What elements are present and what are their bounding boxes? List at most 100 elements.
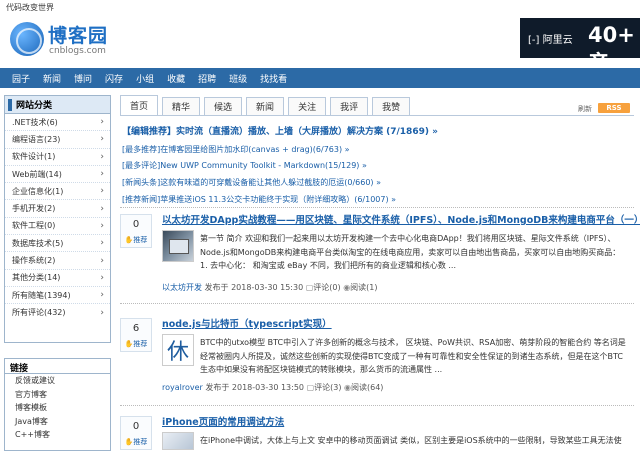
sidebar-item-all-posts[interactable]: 所有随笔(1394) ›: [5, 287, 110, 305]
chevron-right-icon: ›: [100, 151, 104, 162]
rec-news-headline[interactable]: [新闻头条]这款有味道的可穿戴设备能让其他人躲过截肢的厄运(0/660) »: [122, 177, 381, 188]
site-logo[interactable]: 博客园 cnblogs.com: [8, 18, 116, 62]
post-reads[interactable]: 阅读(64): [351, 383, 383, 392]
post-author[interactable]: royalrover: [162, 383, 203, 392]
post-item: 0 ✋推荐 iPhone页面的常用调试方法 在iPhone中调试，大体上与上文 …: [120, 414, 634, 451]
tab-candidates[interactable]: 候选: [204, 97, 243, 115]
link-templates[interactable]: 博客模板: [5, 401, 110, 415]
chevron-right-icon: ›: [100, 272, 104, 283]
sidebar-item-dotnet[interactable]: .NET技术(6) ›: [5, 114, 110, 132]
sidebar-item-label: 软件设计(1): [12, 152, 56, 162]
tab-home[interactable]: 首页: [120, 95, 159, 115]
post-comments[interactable]: 评论(3): [314, 383, 341, 392]
sidebar-item-os[interactable]: 操作系统(2) ›: [5, 252, 110, 270]
link-java-blog[interactable]: Java博客: [5, 415, 110, 429]
nav-item-search[interactable]: 找找看: [260, 72, 287, 85]
rec-most-liked[interactable]: [最多推荐]在博客园里给图片加水印(canvas + drag)(6/763) …: [122, 144, 350, 155]
tab-my-comments[interactable]: 我评: [330, 97, 369, 115]
logo-icon: [10, 22, 44, 56]
vote-box: 0 ✋推荐: [120, 416, 152, 450]
feed-tabs: 首页 精华 候选 新闻 关注 我评 我赞: [120, 95, 634, 116]
sidebar-title: 网站分类: [16, 101, 53, 111]
author-avatar[interactable]: 休: [162, 334, 194, 366]
post-reads[interactable]: 阅读(1): [350, 283, 377, 292]
rec-most-commented[interactable]: [最多评论]New UWP Community Toolkit - Markdo…: [122, 160, 367, 171]
nav-item-jobs[interactable]: 招聘: [198, 72, 216, 85]
recommend-button[interactable]: ✋推荐: [121, 235, 151, 245]
post-item: 6 ✋推荐 node.js与比特币（typescript实现） 休 BTC中的u…: [120, 316, 634, 406]
links-panel: 链接 反馈或建议 官方博客 博客模板 Java博客 C++博客: [4, 358, 111, 451]
post-author[interactable]: 以太坊开发: [162, 283, 202, 292]
post-item: 0 ✋推荐 以太坊开发DApp实战教程——用区块链、星际文件系统（IPFS）、N…: [120, 212, 640, 310]
chevron-right-icon: ›: [100, 186, 104, 197]
sidebar-item-engineering[interactable]: 软件工程(0) ›: [5, 218, 110, 236]
sidebar-item-label: 所有评论(432): [12, 308, 66, 318]
author-avatar[interactable]: [162, 230, 194, 262]
sidebar-item-design[interactable]: 软件设计(1) ›: [5, 149, 110, 166]
nav-item-news[interactable]: 新闻: [43, 72, 61, 85]
chevron-right-icon: ›: [100, 134, 104, 145]
logo-subtitle: cnblogs.com: [49, 46, 106, 56]
avatar-glyph: 休: [166, 340, 189, 365]
post-date: 发布于 2018-03-30 13:50: [205, 383, 305, 392]
link-cpp-blog[interactable]: C++博客: [5, 428, 110, 442]
chevron-right-icon: ›: [100, 307, 104, 318]
comment-icon: ▢: [306, 383, 315, 392]
sidebar-item-other[interactable]: 其他分类(14) ›: [5, 270, 110, 287]
author-avatar[interactable]: [162, 432, 194, 450]
category-sidebar: 网站分类 .NET技术(6) › 编程语言(23) › 软件设计(1) › Web前端…: [4, 95, 111, 343]
site-slogan: 代码改变世界: [6, 3, 54, 12]
recommend-label: 推荐: [133, 236, 148, 244]
links-title: 链接: [5, 359, 110, 374]
nav-item-questions[interactable]: 博问: [74, 72, 92, 85]
sidebar-item-label: 企业信息化(1): [12, 186, 64, 196]
post-date: 发布于 2018-03-30 15:30: [204, 283, 304, 292]
rss-button[interactable]: RSS: [598, 103, 630, 113]
ad-brand: [-] 阿里云: [528, 35, 573, 46]
nav-item-favorites[interactable]: 收藏: [167, 72, 185, 85]
sidebar-item-mobile[interactable]: 手机开发(2) ›: [5, 200, 110, 218]
post-comments[interactable]: 评论(0): [313, 283, 340, 292]
divider: [120, 405, 634, 406]
rec-recommended-news[interactable]: [推荐新闻]苹果推送iOS 11.3公交卡功能终于实现（附详细攻略）(6/100…: [122, 194, 396, 205]
logo-title: 博客园: [48, 25, 109, 47]
post-meta: 以太坊开发 发布于 2018-03-30 15:30 ▢评论(0) ◉阅读(1): [162, 282, 378, 293]
tab-featured[interactable]: 精华: [162, 97, 201, 115]
tab-my-likes[interactable]: 我赞: [372, 97, 411, 115]
link-official-blog[interactable]: 官方博客: [5, 388, 110, 402]
chevron-right-icon: ›: [100, 238, 104, 249]
sidebar-item-database[interactable]: 数据库技术(5) ›: [5, 235, 110, 253]
sidebar-item-label: .NET技术(6): [12, 117, 58, 127]
post-title[interactable]: 以太坊开发DApp实战教程——用区块链、星际文件系统（IPFS）、Node.js…: [162, 212, 640, 226]
post-meta: royalrover 发布于 2018-03-30 13:50 ▢评论(3) ◉…: [162, 382, 383, 393]
recommend-label: 推荐: [133, 438, 148, 446]
vote-count: 6: [132, 323, 140, 334]
recommend-button[interactable]: ✋推荐: [121, 437, 151, 447]
tab-news[interactable]: 新闻: [246, 97, 285, 115]
vote-box: 6 ✋推荐: [120, 318, 152, 352]
refresh-link[interactable]: 刷新: [578, 104, 592, 114]
tab-following[interactable]: 关注: [288, 97, 327, 115]
post-title[interactable]: node.js与比特币（typescript实现）: [162, 316, 332, 330]
sidebar-item-label: 编程语言(23): [12, 134, 61, 144]
post-summary: 在iPhone中调试，大体上与上文 安卓中的移动页面调试 类似，区别主要是iOS…: [200, 436, 622, 445]
sidebar-item-enterprise[interactable]: 企业信息化(1) ›: [5, 183, 110, 201]
nav-item-groups[interactable]: 小组: [136, 72, 154, 85]
ad-banner[interactable]: [-] 阿里云 40+ 产: [520, 18, 640, 75]
recommend-button[interactable]: ✋推荐: [121, 339, 151, 349]
sidebar-header: 网站分类: [5, 96, 110, 114]
sidebar-item-languages[interactable]: 编程语言(23) ›: [5, 131, 110, 149]
vote-count: 0: [132, 219, 140, 230]
link-feedback[interactable]: 反馈或建议: [5, 374, 110, 388]
nav-item-flash[interactable]: 闪存: [105, 72, 123, 85]
sidebar-item-all-comments[interactable]: 所有评论(432) ›: [5, 304, 110, 321]
rss-label: RSS: [606, 104, 622, 112]
sidebar-item-web[interactable]: Web前端(14) ›: [5, 166, 110, 184]
nav-item-classes[interactable]: 班级: [229, 72, 247, 85]
chevron-right-icon: ›: [100, 203, 104, 214]
nav-item-garden[interactable]: 园子: [12, 72, 30, 85]
editor-pick-link[interactable]: 【编辑推荐】实时流（直播流）播放、上墙（大屏播放）解决方案 (7/1869) »: [122, 124, 438, 137]
sidebar-item-label: 手机开发(2): [12, 204, 56, 214]
post-title[interactable]: iPhone页面的常用调试方法: [162, 414, 284, 428]
post-summary: 第一节 简介 欢迎和我们一起来用以太坊开发构建一个去中心化电商DApp！我们将用…: [200, 234, 621, 270]
